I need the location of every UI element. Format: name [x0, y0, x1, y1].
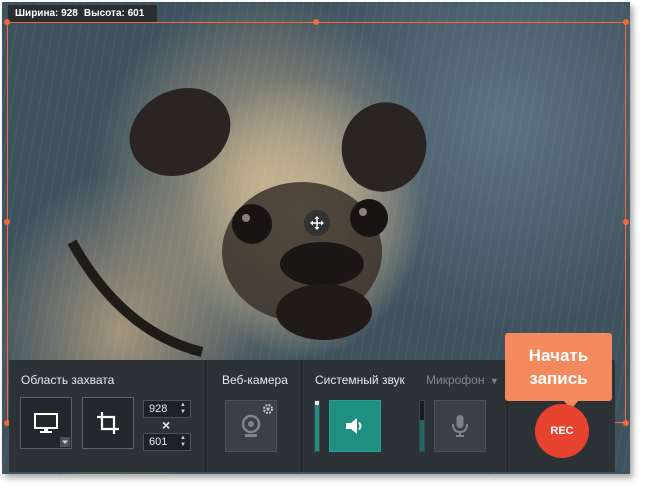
divider — [205, 360, 206, 472]
monitor-icon — [34, 413, 58, 433]
width-stepper-arrows[interactable]: ▲ ▼ — [179, 402, 187, 416]
system-sound-level-meter — [314, 400, 320, 452]
speaker-icon — [346, 418, 362, 434]
system-sound-level-fill — [315, 405, 319, 451]
width-value: 928 — [149, 403, 168, 415]
resize-handle-right[interactable] — [623, 219, 629, 225]
tooltip-line-2: запись — [529, 369, 588, 388]
system-sound-label: Системный звук — [315, 373, 405, 387]
resize-handle-top-left[interactable] — [4, 19, 10, 25]
microphone-label: Микрофон ▼ — [426, 373, 499, 387]
microphone-toggle-button[interactable] — [434, 400, 486, 452]
capture-width-label: Ширина: 928 — [15, 8, 78, 19]
webcam-label: Веб-камера — [222, 373, 288, 387]
move-arrows-icon — [310, 216, 324, 230]
capture-size-badge: Ширина: 928 Высота: 601 — [8, 5, 158, 23]
rec-button[interactable]: REC — [535, 404, 589, 458]
height-input[interactable]: 601 ▲ ▼ — [143, 433, 191, 451]
resize-handle-left[interactable] — [4, 219, 10, 225]
capture-height-label: Высота: 601 — [83, 8, 145, 19]
capture-area-label: Область захвата — [21, 373, 115, 387]
tooltip-line-1: Начать — [528, 346, 589, 365]
webcam-toggle-button[interactable] — [225, 400, 277, 452]
microphone-level-fill — [420, 420, 424, 451]
gear-icon[interactable] — [262, 403, 274, 415]
resize-handle-top[interactable] — [313, 19, 319, 25]
dropdown-arrow-icon[interactable] — [60, 437, 70, 447]
fullscreen-capture-button[interactable] — [20, 397, 72, 449]
chevron-down-icon[interactable]: ▼ — [490, 376, 499, 386]
width-input[interactable]: 928 ▲ ▼ — [143, 400, 191, 418]
crop-icon — [97, 412, 119, 434]
microphone-icon — [452, 415, 468, 437]
times-symbol: × — [162, 417, 171, 433]
start-recording-tooltip: Начать запись — [505, 333, 612, 401]
move-selection-handle[interactable] — [304, 210, 330, 236]
resize-handle-bottom-right[interactable] — [623, 420, 629, 426]
system-sound-toggle-button[interactable] — [329, 400, 381, 452]
webcam-icon — [241, 414, 261, 437]
microphone-level-meter — [419, 400, 425, 452]
microphone-label-text: Микрофон — [426, 373, 485, 387]
divider — [301, 360, 302, 472]
crop-area-button[interactable] — [82, 397, 134, 449]
height-value: 601 — [149, 436, 168, 448]
height-stepper-arrows[interactable]: ▲ ▼ — [179, 435, 187, 449]
resize-handle-top-right[interactable] — [623, 19, 629, 25]
